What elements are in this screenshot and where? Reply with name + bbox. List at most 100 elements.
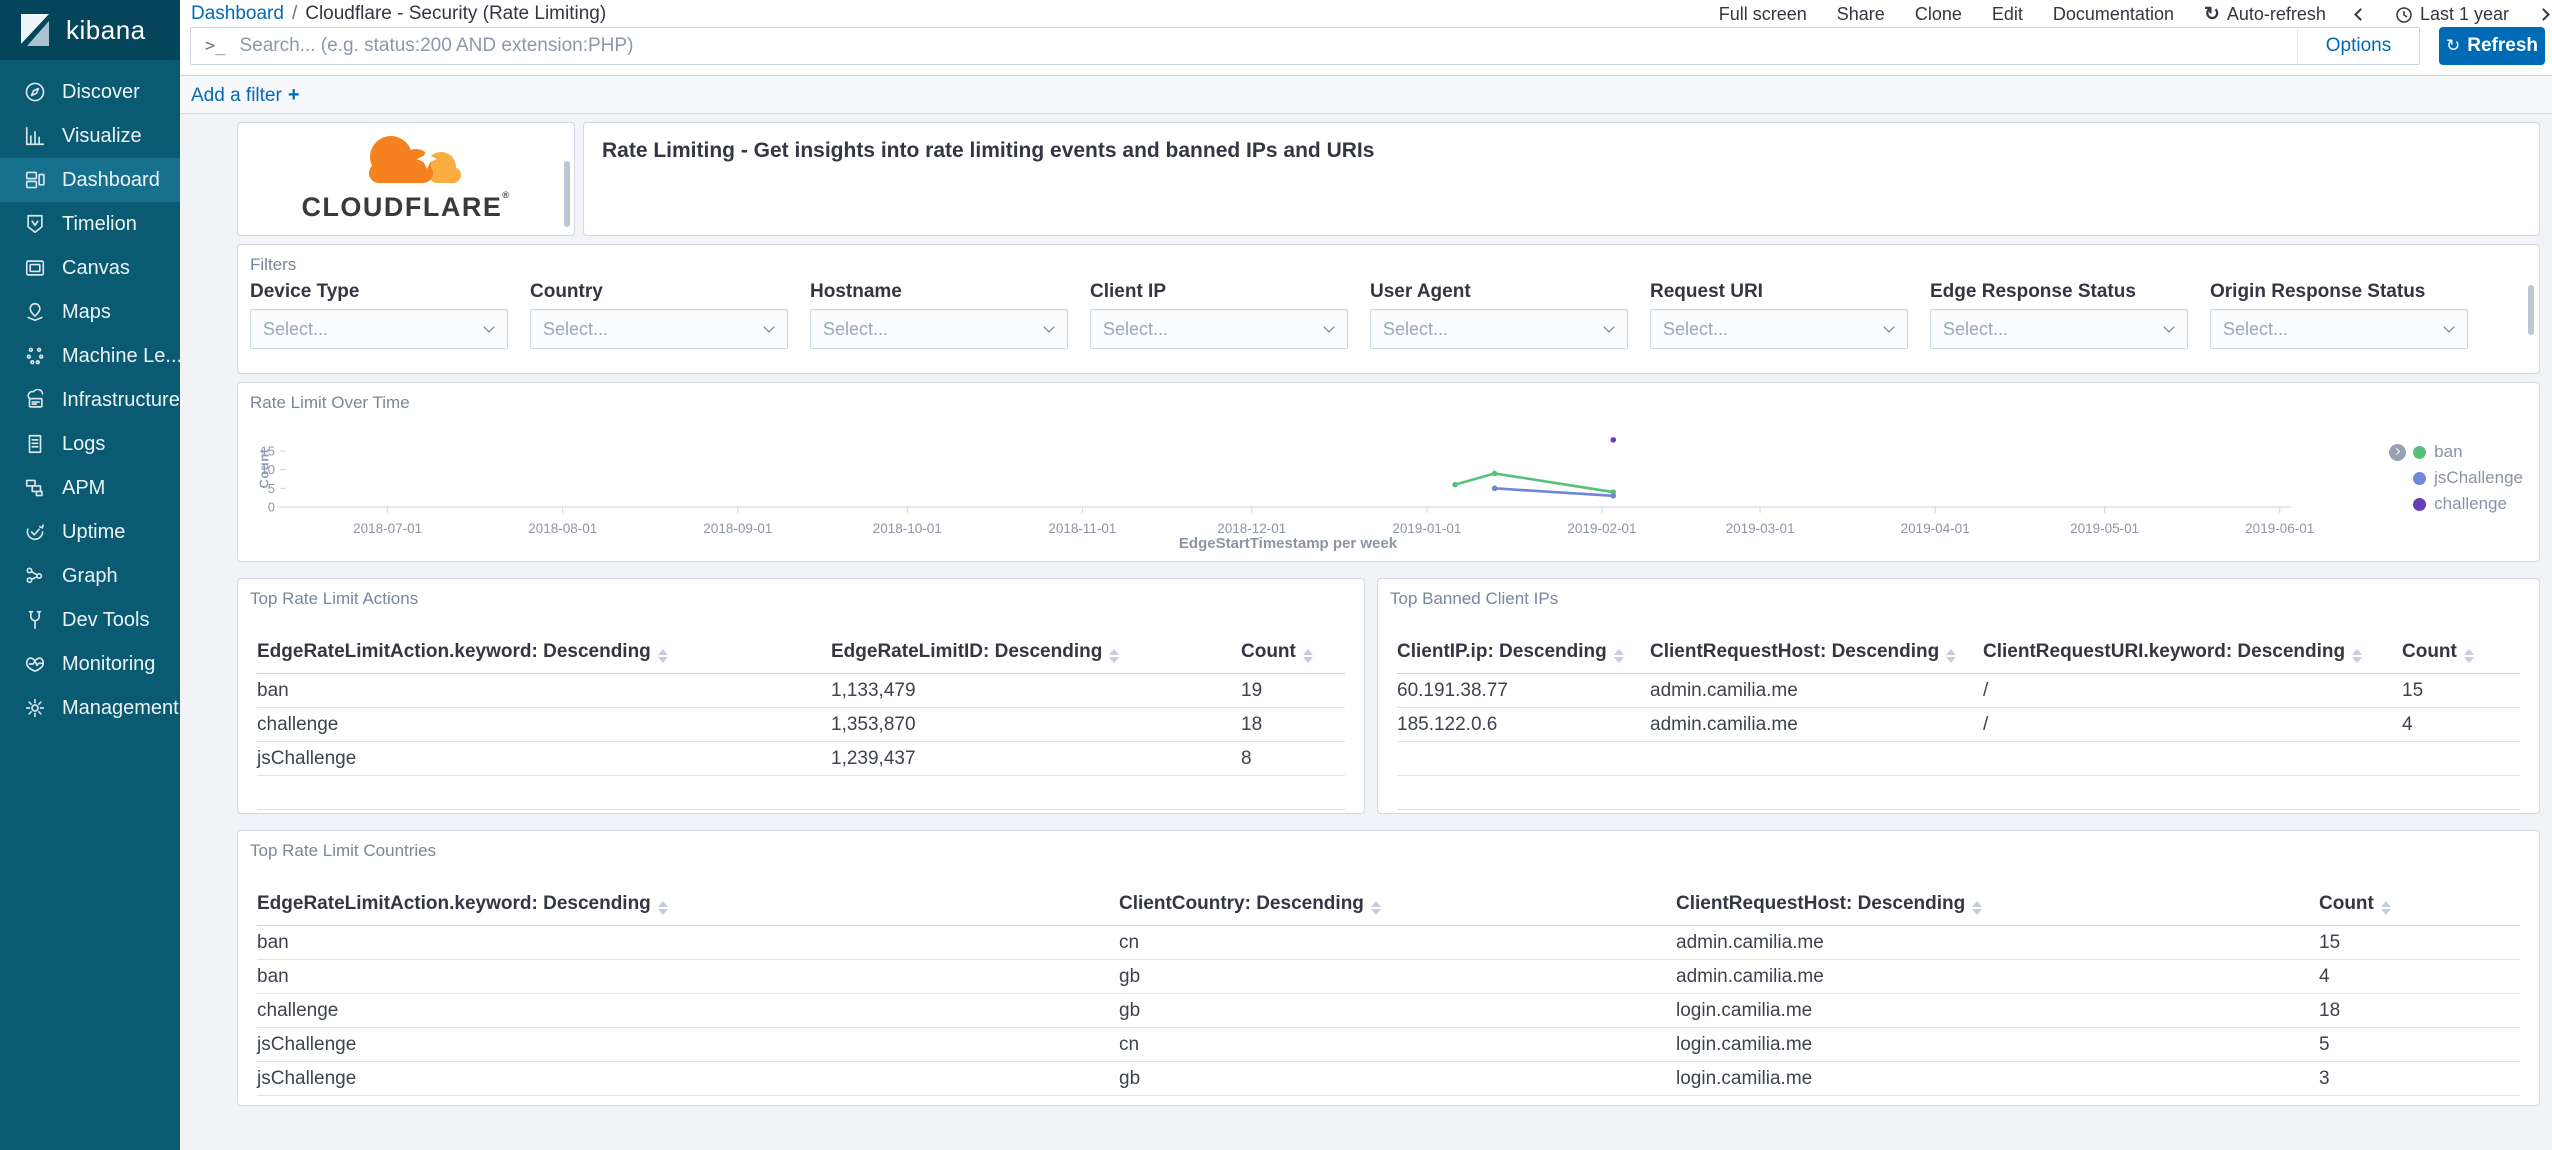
sidebar: kibana Discover Visualize Dashboard Time… bbox=[0, 0, 182, 1150]
cloudflare-logo: CLOUDFLARE® bbox=[238, 129, 574, 223]
svg-text:2018-12-01: 2018-12-01 bbox=[1217, 521, 1286, 536]
console-prompt-icon: >_ bbox=[205, 36, 226, 56]
sidebar-item-canvas[interactable]: Canvas bbox=[0, 246, 180, 290]
share-button[interactable]: Share bbox=[1837, 4, 1885, 25]
registered-mark: ® bbox=[502, 190, 511, 200]
sort-icon bbox=[657, 649, 668, 663]
user-agent-select[interactable]: Select... bbox=[1370, 309, 1628, 349]
table-row: challenge 1,353,870 18 bbox=[257, 707, 1345, 742]
filter-client-ip: Client IP Select... bbox=[1090, 281, 1348, 349]
scrollbar-thumb[interactable] bbox=[564, 161, 570, 227]
legend-item-jschallenge[interactable]: jsChallenge bbox=[2413, 465, 2523, 491]
table-row: jsChallenge gb login.camilia.me 3 bbox=[257, 1061, 2520, 1096]
chevron-down-icon bbox=[1043, 321, 1055, 333]
column-header[interactable]: EdgeRateLimitAction.keyword: Descending bbox=[257, 887, 1119, 926]
rate-limit-over-time-panel: Rate Limit Over Time Count 0 5 10 15 2018-07… bbox=[237, 382, 2540, 562]
request-uri-select[interactable]: Select... bbox=[1650, 309, 1908, 349]
column-header[interactable]: Count bbox=[2319, 887, 2520, 926]
clone-button[interactable]: Clone bbox=[1915, 4, 1962, 25]
table-row: challenge gb login.camilia.me 18 bbox=[257, 993, 2520, 1028]
top-rate-limit-actions-panel: Top Rate Limit Actions EdgeRateLimitActi… bbox=[237, 578, 1365, 814]
svg-text:2019-01-01: 2019-01-01 bbox=[1392, 521, 1461, 536]
time-forward-button[interactable] bbox=[2537, 8, 2550, 21]
hostname-select[interactable]: Select... bbox=[810, 309, 1068, 349]
device-type-select[interactable]: Select... bbox=[250, 309, 508, 349]
column-header[interactable]: Count bbox=[2402, 635, 2520, 674]
filter-country: Country Select... bbox=[530, 281, 788, 349]
add-filter-button[interactable]: Add a filter + bbox=[191, 84, 300, 107]
sidebar-item-apm[interactable]: APM bbox=[0, 466, 180, 510]
sidebar-item-machine-learning[interactable]: Machine Le... bbox=[0, 334, 182, 378]
wrench-icon bbox=[24, 609, 46, 631]
sort-icon bbox=[2380, 901, 2391, 915]
table-row: jsChallenge 1,239,437 8 bbox=[257, 741, 1345, 776]
column-header[interactable]: EdgeRateLimitID: Descending bbox=[831, 635, 1241, 674]
auto-refresh-button[interactable]: ↻ Auto-refresh bbox=[2204, 3, 2326, 26]
top-bar: Dashboard / Cloudflare - Security (Rate Li… bbox=[180, 0, 2552, 76]
sidebar-item-dashboard[interactable]: Dashboard bbox=[0, 158, 180, 202]
sidebar-item-infrastructure[interactable]: Infrastructure bbox=[0, 378, 180, 422]
sidebar-item-timelion[interactable]: Timelion bbox=[0, 202, 180, 246]
column-header[interactable]: ClientIP.ip: Descending bbox=[1397, 635, 1650, 674]
scrollbar-thumb[interactable] bbox=[2528, 285, 2534, 335]
options-button[interactable]: Options bbox=[2297, 28, 2419, 64]
chevron-left-icon bbox=[2354, 8, 2367, 21]
svg-text:2019-06-01: 2019-06-01 bbox=[2245, 521, 2314, 536]
table-row: 60.191.38.77 admin.camilia.me/15 bbox=[1397, 673, 2520, 708]
client-ip-select[interactable]: Select... bbox=[1090, 309, 1348, 349]
rate-limit-countries-table: EdgeRateLimitAction.keyword: Descending … bbox=[257, 887, 2520, 1096]
legend-item-challenge[interactable]: challenge bbox=[2413, 491, 2523, 517]
chevron-right-icon bbox=[2393, 447, 2401, 456]
auto-refresh-icon: ↻ bbox=[2203, 4, 2220, 25]
sidebar-item-dev-tools[interactable]: Dev Tools bbox=[0, 598, 180, 642]
column-header[interactable]: ClientRequestHost: Descending bbox=[1676, 887, 2319, 926]
dashboard-description: Rate Limiting - Get insights into rate l… bbox=[602, 139, 1375, 162]
search-bar: >_ Options bbox=[190, 27, 2420, 65]
svg-text:2019-04-01: 2019-04-01 bbox=[1901, 521, 1970, 536]
chevron-down-icon bbox=[2163, 321, 2175, 333]
country-select[interactable]: Select... bbox=[530, 309, 788, 349]
panel-title: Top Banned Client IPs bbox=[1390, 589, 1559, 608]
sidebar-item-uptime[interactable]: Uptime bbox=[0, 510, 180, 554]
search-input[interactable] bbox=[239, 35, 2297, 57]
column-header[interactable]: Count bbox=[1241, 635, 1345, 674]
graph-icon bbox=[24, 565, 46, 587]
top-menu: Full screen Share Clone Edit Documentati… bbox=[1719, 3, 2550, 26]
documentation-link[interactable]: Documentation bbox=[2053, 4, 2174, 25]
full-screen-button[interactable]: Full screen bbox=[1719, 4, 1807, 25]
sort-icon bbox=[1370, 901, 1381, 915]
kibana-logo[interactable]: kibana bbox=[0, 0, 180, 60]
column-header[interactable]: ClientCountry: Descending bbox=[1119, 887, 1676, 926]
sidebar-item-graph[interactable]: Graph bbox=[0, 554, 180, 598]
legend-item-ban[interactable]: ban bbox=[2413, 439, 2523, 465]
monitoring-icon bbox=[24, 653, 46, 675]
edit-button[interactable]: Edit bbox=[1992, 4, 2023, 25]
sidebar-item-discover[interactable]: Discover bbox=[0, 70, 180, 114]
table-row: jsChallenge cn login.camilia.me 5 bbox=[257, 1027, 2520, 1062]
column-header[interactable]: EdgeRateLimitAction.keyword: Descending bbox=[257, 635, 831, 674]
sidebar-item-visualize[interactable]: Visualize bbox=[0, 114, 180, 158]
time-picker[interactable]: Last 1 year bbox=[2395, 4, 2509, 25]
kibana-k-icon bbox=[21, 14, 49, 46]
sidebar-item-monitoring[interactable]: Monitoring bbox=[0, 642, 180, 686]
svg-text:2018-07-01: 2018-07-01 bbox=[353, 521, 422, 536]
top-banned-client-ips-panel: Top Banned Client IPs ClientIP.ip: Desce… bbox=[1377, 578, 2540, 814]
time-back-button[interactable] bbox=[2354, 8, 2367, 21]
sidebar-item-management[interactable]: Management bbox=[0, 686, 180, 730]
infrastructure-icon bbox=[24, 389, 46, 411]
chevron-down-icon bbox=[1323, 321, 1335, 333]
x-axis-label: EdgeStartTimestamp per week bbox=[1178, 535, 1398, 552]
svg-text:2019-02-01: 2019-02-01 bbox=[1567, 521, 1636, 536]
refresh-button[interactable]: ↻ Refresh bbox=[2439, 27, 2545, 65]
sidebar-item-logs[interactable]: Logs bbox=[0, 422, 180, 466]
top-rate-limit-countries-panel: Top Rate Limit Countries EdgeRateLimitAc… bbox=[237, 830, 2540, 1106]
logs-icon bbox=[24, 433, 46, 455]
sort-icon bbox=[657, 901, 668, 915]
edge-response-status-select[interactable]: Select... bbox=[1930, 309, 2188, 349]
breadcrumb-dashboard-link[interactable]: Dashboard bbox=[191, 3, 284, 24]
column-header[interactable]: ClientRequestURI.keyword: Descending bbox=[1983, 635, 2402, 674]
origin-response-status-select[interactable]: Select... bbox=[2210, 309, 2468, 349]
cloudflare-logo-panel: CLOUDFLARE® bbox=[237, 122, 575, 236]
column-header[interactable]: ClientRequestHost: Descending bbox=[1650, 635, 1983, 674]
sidebar-item-maps[interactable]: Maps bbox=[0, 290, 180, 334]
